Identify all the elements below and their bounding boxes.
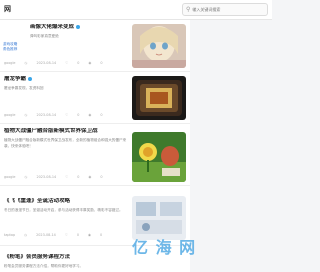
verified-icon <box>76 24 81 29</box>
verified-icon <box>28 76 33 81</box>
anime-girl-image <box>132 24 186 68</box>
article-title[interactable]: 植物大战僵尸融合版新模式世界保卫战 <box>4 128 126 135</box>
search-icon[interactable]: ⚲ <box>186 6 190 13</box>
article-card[interactable]: 植物大战僵尸融合版新模式世界保卫战 植物大战僵尸融合版新模式世界保卫战发布，全新… <box>0 124 190 186</box>
view-count: 0 <box>100 175 103 179</box>
like-icon: ♡ <box>65 113 69 117</box>
view-icon: ◉ <box>88 61 92 65</box>
site-watermark: 亿 海 网 <box>132 238 197 257</box>
article-meta: google ◷ 2023-08-14 ♡ 0 ◉ 0 <box>4 112 130 118</box>
view-icon: ◉ <box>88 175 92 179</box>
article-thumbnail[interactable] <box>132 24 186 68</box>
clock-icon: ◷ <box>24 61 28 65</box>
publish-date: 2023-08-14 <box>36 61 57 65</box>
article-title[interactable]: 《粉笔》会员服务课程方法 <box>4 254 126 261</box>
view-icon: ◉ <box>88 233 91 237</box>
plants-game-image <box>132 132 186 182</box>
like-count: 0 <box>77 61 80 65</box>
author-name[interactable]: google <box>4 113 15 117</box>
article-thumbnail[interactable] <box>132 76 186 120</box>
publish-date: 2023-08-14 <box>36 113 57 117</box>
article-summary: 弹叫彩家真意爱绝 <box>30 34 59 38</box>
clock-icon: ◷ <box>24 113 28 117</box>
like-count: 0 <box>77 175 80 179</box>
view-icon: ◉ <box>88 113 92 117</box>
article-thumbnail[interactable] <box>132 132 186 182</box>
article-card[interactable]: 屠龙争霸 屠龙争霸发现，发资料回 google ◷ 2023-08-14 ♡ 0… <box>0 72 190 124</box>
search-input[interactable] <box>192 7 263 12</box>
article-title[interactable]: 屠龙争霸 <box>4 76 126 83</box>
view-count: 0 <box>100 61 103 65</box>
like-count: 0 <box>77 113 80 117</box>
article-meta: google ◷ 2023-08-14 ♡ 0 ◉ 0 <box>4 60 130 66</box>
clock-icon: ◷ <box>24 233 28 237</box>
like-icon: ♡ <box>65 175 69 179</box>
site-title[interactable]: 网 <box>4 4 11 14</box>
view-count: 0 <box>100 113 103 117</box>
article-title[interactable]: 《飞飞重逢》圣诞活动攻略 <box>4 198 126 205</box>
top-bar: 网 ⚲ <box>0 0 272 20</box>
like-count: 0 <box>76 233 80 237</box>
article-summary: 植物大战僵尸融合版新模式世界保卫战发布，全新的植物组合和强大的僵尸来袭，快来体验… <box>4 138 127 148</box>
publish-date: 2023-08-14 <box>36 175 57 179</box>
like-icon: ♡ <box>64 233 68 237</box>
article-summary: 粉笔会员服务课程方法介绍，帮助你更好地学习。 <box>4 264 84 268</box>
author-name[interactable]: google <box>4 61 15 65</box>
right-sidebar <box>194 22 272 272</box>
author-name[interactable]: google <box>4 175 15 179</box>
article-card[interactable]: 画像大佬爆米变成 弹叫彩家真意爱绝 google ◷ 2023-08-14 ♡ … <box>0 20 190 72</box>
article-meta: google ◷ 2023-08-14 ♡ 0 ◉ 0 <box>4 174 130 180</box>
author-name[interactable]: taptap <box>4 233 15 237</box>
view-count: 0 <box>100 233 103 237</box>
like-icon: ♡ <box>65 61 69 65</box>
publish-date: 2023-08-14 <box>36 233 56 237</box>
article-summary: 冬日的浪漫节日，圣诞活动开启，参与活动获得丰厚奖励，精彩不容错过。 <box>4 208 123 212</box>
clock-icon: ◷ <box>24 175 28 179</box>
article-summary: 屠龙争霸发现，发资料回 <box>4 86 44 90</box>
search-box[interactable]: ⚲ <box>182 3 268 16</box>
game-logo-image <box>132 76 186 120</box>
article-meta: taptap ◷ 2023-08-14 ♡ 0 ◉ 0 <box>4 232 130 238</box>
